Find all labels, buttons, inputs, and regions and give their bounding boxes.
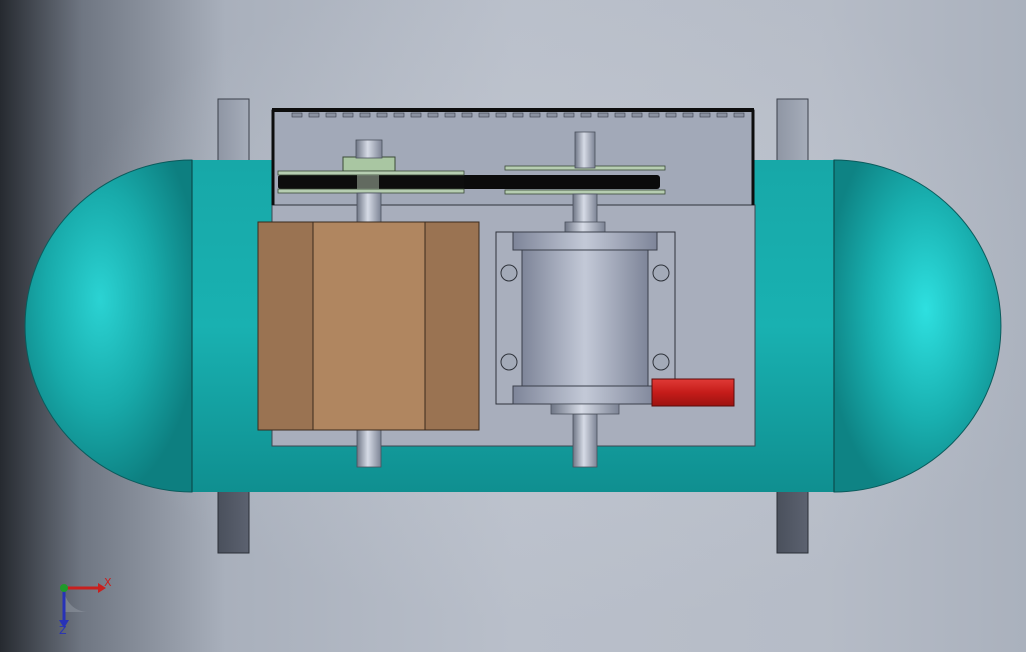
belt-guard-vent (376, 112, 388, 118)
compressor-shaft-top[interactable] (572, 193, 598, 227)
coordinate-triad: X Z (59, 576, 112, 637)
cad-viewport[interactable]: X Z (0, 0, 1026, 652)
belt-guard-vent (614, 112, 626, 118)
triad-shadow (64, 588, 88, 612)
bolt-hole-1 (500, 264, 518, 282)
tank-end-cap-left[interactable] (24, 159, 193, 493)
bolt-hole-4 (652, 353, 670, 371)
support-leg-bottom-left[interactable] (217, 487, 250, 554)
belt-guard-vent (665, 112, 677, 118)
belt-guard-vent (478, 112, 490, 118)
belt-guard-vent (682, 112, 694, 118)
belt-guard-vent (699, 112, 711, 118)
belt-guard-vent (291, 112, 303, 118)
support-leg-bottom-right[interactable] (776, 487, 809, 554)
belt-guard-vent (427, 112, 439, 118)
belt-guard-vent (733, 112, 745, 118)
motor-shaft-bottom[interactable] (356, 429, 382, 468)
belt-guard-vent (512, 112, 524, 118)
belt-guard-vent (325, 112, 337, 118)
bolt-hole-3 (500, 353, 518, 371)
compressor-cylinder[interactable] (512, 221, 658, 415)
pressure-switch[interactable] (651, 378, 735, 407)
belt-guard-vent (359, 112, 371, 118)
belt-guard-vent (597, 112, 609, 118)
belt-guard-vent (716, 112, 728, 118)
belt-guard-vent (546, 112, 558, 118)
belt-guard-vent (529, 112, 541, 118)
belt-guard-vent (563, 112, 575, 118)
belt-guard-vent (648, 112, 660, 118)
belt-guard-vents (291, 112, 745, 118)
support-leg-top-left[interactable] (217, 98, 250, 162)
x-axis-label: X (104, 576, 112, 589)
compressor-shaft-bottom[interactable] (572, 413, 598, 468)
belt-guard-vent (461, 112, 473, 118)
bolt-hole-2 (652, 264, 670, 282)
belt-guard-vent (393, 112, 405, 118)
belt-guard-vent (444, 112, 456, 118)
belt-guard-vent (631, 112, 643, 118)
y-axis-dot-icon (60, 584, 68, 592)
motor-block[interactable] (257, 221, 480, 431)
belt-guard-vent (308, 112, 320, 118)
belt-guard-vent (495, 112, 507, 118)
z-axis-label: Z (59, 624, 67, 637)
motor-shaft[interactable] (356, 192, 382, 224)
motor-shaft-top[interactable] (355, 139, 383, 159)
support-leg-top-right[interactable] (776, 98, 809, 162)
tank-end-cap-right[interactable] (833, 159, 1002, 493)
belt-guard-vent (580, 112, 592, 118)
belt-guard-vent (342, 112, 354, 118)
belt-guard-vent (410, 112, 422, 118)
